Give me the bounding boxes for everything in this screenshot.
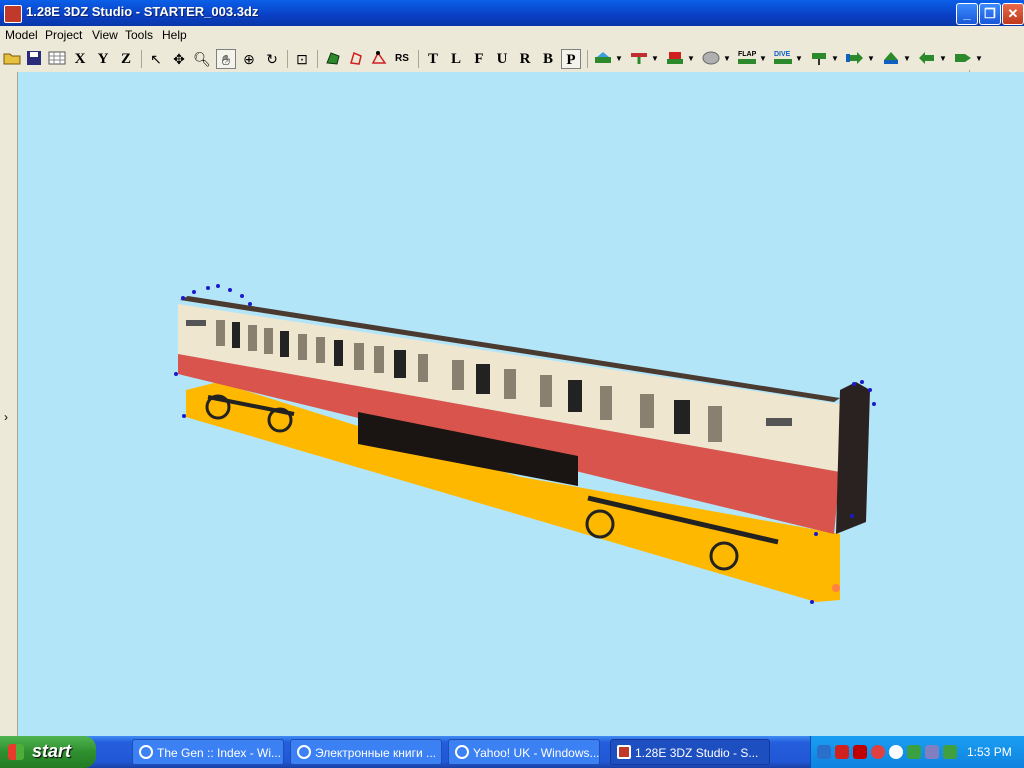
title-bar: 1.28E 3DZ Studio - STARTER_003.3dz _ ❐ ✕ [0,0,1024,26]
ie-icon [139,745,153,759]
volume-icon[interactable] [943,745,957,759]
task-label: Yahoo! UK - Windows... [473,746,600,760]
pointer-icon[interactable]: ↖ [146,49,166,69]
flap-dropdown-icon[interactable]: ▼ [759,49,767,69]
axis-x-button[interactable]: X [70,49,90,69]
3dz-app-icon [617,745,631,759]
flap-label: FLAP [738,51,757,58]
menu-project[interactable]: Project [45,28,82,42]
menu-bar: Model Project View Tools Help [0,26,1024,46]
arrow-forward-dropdown-icon[interactable]: ▼ [975,49,983,69]
flag-dropdown-icon[interactable]: ▼ [687,49,695,69]
vertex-mode-icon[interactable] [370,51,388,65]
rs-button[interactable]: RS [392,49,412,69]
pan-hand-icon[interactable]: ✋︎ [216,49,236,69]
zoom-extents-icon[interactable]: ⊡ [292,49,312,69]
taskbar: start The Gen :: Index - Wi... Электронн… [0,736,1024,768]
measure-dropdown-icon[interactable]: ▼ [651,49,659,69]
zoom-icon[interactable]: 🔍︎ [192,49,212,69]
task-yahoo[interactable]: Yahoo! UK - Windows... [448,739,600,765]
view-left-button[interactable]: L [446,49,466,69]
solid-shade-icon[interactable] [324,51,342,65]
plane-icon[interactable] [594,51,612,65]
view-under-button[interactable]: U [492,49,512,69]
orbit-icon[interactable]: ↻ [262,49,282,69]
windows-flag-icon [8,744,24,760]
grid-icon[interactable] [48,51,66,65]
arrow-right-dropdown-icon[interactable]: ▼ [867,49,875,69]
coach-end-plate-left [186,320,206,326]
main-toolbar: X Y Z ↖ ✥ 🔍︎ ✋︎ ⊕ ↻ ⊡ RS T L F U R B P ▼… [0,46,1024,73]
coach-end-plate-right [766,418,792,426]
menu-model[interactable]: Model [5,28,38,42]
ati-icon[interactable] [853,745,867,759]
move-icon[interactable]: ✥ [169,49,189,69]
start-button[interactable]: start [0,736,96,768]
arrow-up-dropdown-icon[interactable]: ▼ [903,49,911,69]
view-perspective-button[interactable]: P [561,49,581,69]
restore-button[interactable]: ❐ [979,3,1001,25]
sign-icon[interactable] [810,51,828,65]
3d-viewport[interactable] [18,72,1024,736]
plane-dropdown-icon[interactable]: ▼ [615,49,623,69]
sign-dropdown-icon[interactable]: ▼ [831,49,839,69]
flap-icon[interactable]: FLAP [738,51,756,65]
axis-z-button[interactable]: Z [116,49,136,69]
task-label: The Gen :: Index - Wi... [157,746,282,760]
arrow-forward-icon[interactable] [954,51,972,65]
task-the-gen[interactable]: The Gen :: Index - Wi... [132,739,284,765]
disc-dropdown-icon[interactable]: ▼ [723,49,731,69]
minimize-button[interactable]: _ [956,3,978,25]
task-3dz-studio[interactable]: 1.28E 3DZ Studio - S... [610,739,770,765]
viewport-canvas[interactable] [18,72,1024,736]
task-label: Электронные книги ... [315,746,437,760]
measure-icon[interactable] [630,51,648,65]
task-label: 1.28E 3DZ Studio - S... [635,746,759,760]
view-back-button[interactable]: B [538,49,558,69]
expand-panel-icon[interactable]: › [4,410,8,424]
menu-tools[interactable]: Tools [125,28,153,42]
disc-icon[interactable] [702,51,720,65]
ie-icon [297,745,311,759]
arrow-left-dropdown-icon[interactable]: ▼ [939,49,947,69]
selected-vertex [832,584,840,592]
g-icon[interactable] [889,745,903,759]
menu-help[interactable]: Help [162,28,187,42]
view-top-button[interactable]: T [423,49,443,69]
window-title: 1.28E 3DZ Studio - STARTER_003.3dz [26,4,259,19]
app-icon[interactable] [4,5,22,23]
view-front-button[interactable]: F [469,49,489,69]
start-label: start [32,741,72,761]
network-icon[interactable] [817,745,831,759]
left-panel-strip: › [0,72,18,736]
clock[interactable]: 1:53 PM [967,745,1012,759]
refresh-icon[interactable] [907,745,921,759]
dive-icon[interactable]: DIVE [774,51,792,65]
ie-icon [455,745,469,759]
flag-icon[interactable] [666,51,684,65]
dive-dropdown-icon[interactable]: ▼ [795,49,803,69]
menu-view[interactable]: View [92,28,118,42]
arrow-left-icon[interactable] [918,51,936,65]
coach-end-face [836,382,870,534]
view-right-button[interactable]: R [515,49,535,69]
shield-icon[interactable] [835,745,849,759]
axis-y-button[interactable]: Y [93,49,113,69]
arrow-up-icon[interactable] [882,51,900,65]
task-ebooks[interactable]: Электронные книги ... [290,739,442,765]
system-tray: 1:53 PM [810,736,1024,768]
rotate-axis-icon[interactable]: ⊕ [239,49,259,69]
device-icon[interactable] [925,745,939,759]
save-icon[interactable] [25,51,43,65]
arrow-right-icon[interactable] [846,51,864,65]
close-button[interactable]: ✕ [1002,3,1024,25]
c-icon[interactable] [871,745,885,759]
wireframe-icon[interactable] [347,51,365,65]
dive-label: DIVE [774,51,791,58]
open-folder-icon[interactable] [3,51,21,65]
